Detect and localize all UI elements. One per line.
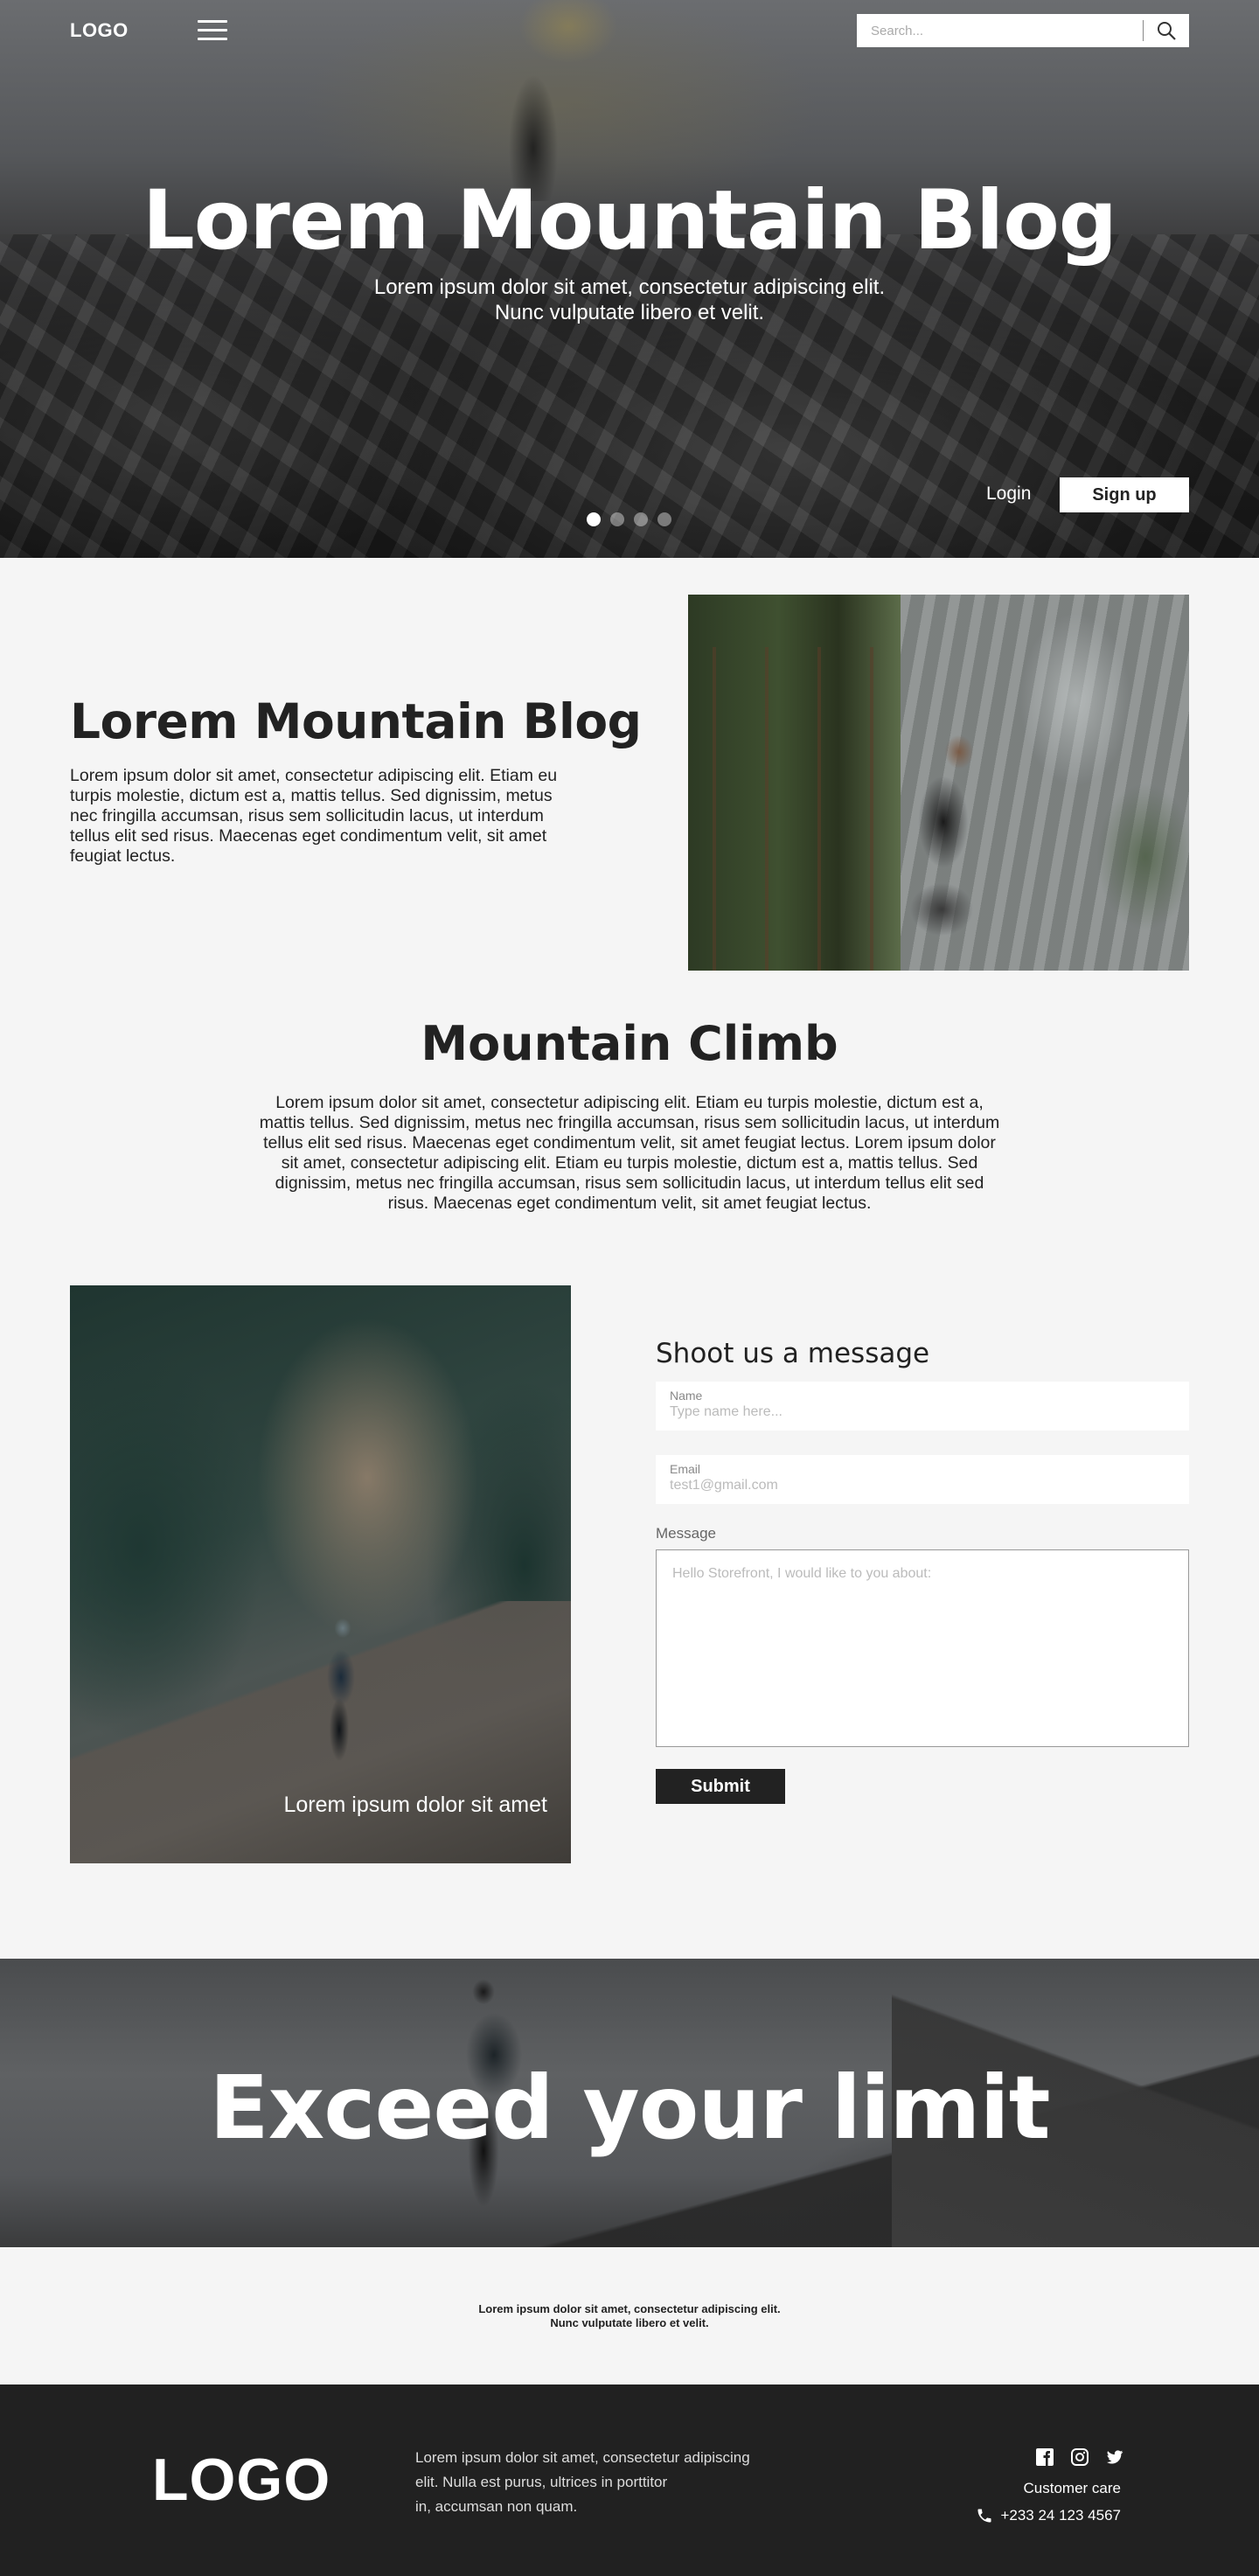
phone-icon — [977, 2509, 991, 2523]
instagram-icon[interactable] — [1070, 2447, 1089, 2467]
footer-logo[interactable]: LOGO — [152, 2446, 330, 2514]
photo-caption: Lorem ipsum dolor sit amet — [283, 1793, 547, 1817]
climb-title: Mountain Climb — [421, 1016, 838, 1071]
search-icon[interactable] — [1144, 14, 1189, 47]
login-link[interactable]: Login — [986, 484, 1031, 505]
slider-dot-3[interactable] — [634, 512, 648, 526]
facebook-icon[interactable] — [1035, 2447, 1054, 2467]
intro-title: Lorem Mountain Blog — [70, 693, 642, 749]
customer-care-label: Customer care — [1023, 2480, 1121, 2496]
message-textarea[interactable] — [656, 1549, 1189, 1747]
phone-number: +233 24 123 4567 — [1000, 2507, 1121, 2524]
footer-text-line: in, accumsan non quam. — [415, 2498, 578, 2515]
hero-subtitle: Lorem ipsum dolor sit amet, consectetur … — [0, 275, 1259, 325]
hero-title: Lorem Mountain Blog — [142, 173, 1117, 268]
slider-dot-2[interactable] — [610, 512, 624, 526]
tagline-line: Nunc vulputate libero et velit. — [550, 2315, 709, 2329]
hero-subtitle-line: Nunc vulputate libero et velit. — [494, 301, 765, 324]
twitter-icon[interactable] — [1105, 2447, 1124, 2467]
hero-subtitle-line: Lorem ipsum dolor sit amet, consectetur … — [373, 275, 886, 299]
footer: LOGO Lorem ipsum dolor sit amet, consect… — [0, 2385, 1259, 2576]
phone-contact[interactable]: +233 24 123 4567 — [976, 2507, 1121, 2524]
tagline-line: Lorem ipsum dolor sit amet, consectetur … — [478, 2301, 781, 2315]
form-title: Shoot us a message — [656, 1338, 930, 1369]
signup-button[interactable]: Sign up — [1060, 477, 1189, 512]
hiker-photo: Lorem ipsum dolor sit amet — [70, 1285, 571, 1863]
slider-dot-4[interactable] — [657, 512, 671, 526]
footer-description: Lorem ipsum dolor sit amet, consectetur … — [415, 2446, 783, 2519]
exceed-banner: Exceed your limit — [0, 1959, 1259, 2247]
footer-text-line: elit. Nulla est purus, ultrices in portt… — [415, 2474, 668, 2490]
search-bar — [857, 14, 1189, 47]
slider-dot-1[interactable] — [587, 512, 601, 526]
submit-button[interactable]: Submit — [656, 1769, 785, 1804]
hero-section: LOGO Lorem Mountain Blog Lorem ipsum dol… — [0, 0, 1259, 558]
contact-section: Lorem ipsum dolor sit amet Shoot us a me… — [0, 1285, 1259, 1959]
intro-text: Lorem ipsum dolor sit amet, consectetur … — [70, 766, 558, 866]
climb-text: Lorem ipsum dolor sit amet, consectetur … — [259, 1093, 1000, 1213]
menu-icon[interactable] — [198, 20, 227, 41]
message-label: Message — [656, 1525, 716, 1542]
social-links — [1035, 2447, 1124, 2467]
intro-section: Lorem Mountain Blog Lorem ipsum dolor si… — [0, 558, 1259, 995]
name-label: Name — [670, 1389, 703, 1403]
contact-form: Shoot us a message Name Email Message Su… — [656, 1338, 1189, 1804]
site-logo[interactable]: LOGO — [70, 19, 129, 42]
mountain-climb-section: Mountain Climb Lorem ipsum dolor sit ame… — [0, 995, 1259, 1285]
rock-climber-photo — [688, 595, 1189, 971]
banner-title: Exceed your limit — [209, 2057, 1050, 2159]
footer-text-line: Lorem ipsum dolor sit amet, consectetur … — [415, 2449, 750, 2466]
search-input[interactable] — [857, 14, 1143, 47]
top-navigation: LOGO — [0, 0, 1259, 61]
tagline-section: Lorem ipsum dolor sit amet, consectetur … — [0, 2247, 1259, 2385]
email-label: Email — [670, 1462, 701, 1476]
email-field: Email — [656, 1455, 1189, 1504]
name-field: Name — [656, 1382, 1189, 1431]
slider-dots — [587, 512, 671, 526]
email-input[interactable] — [670, 1478, 1175, 1493]
tagline-text: Lorem ipsum dolor sit amet, consectetur … — [478, 2302, 780, 2330]
name-input[interactable] — [670, 1404, 1175, 1420]
